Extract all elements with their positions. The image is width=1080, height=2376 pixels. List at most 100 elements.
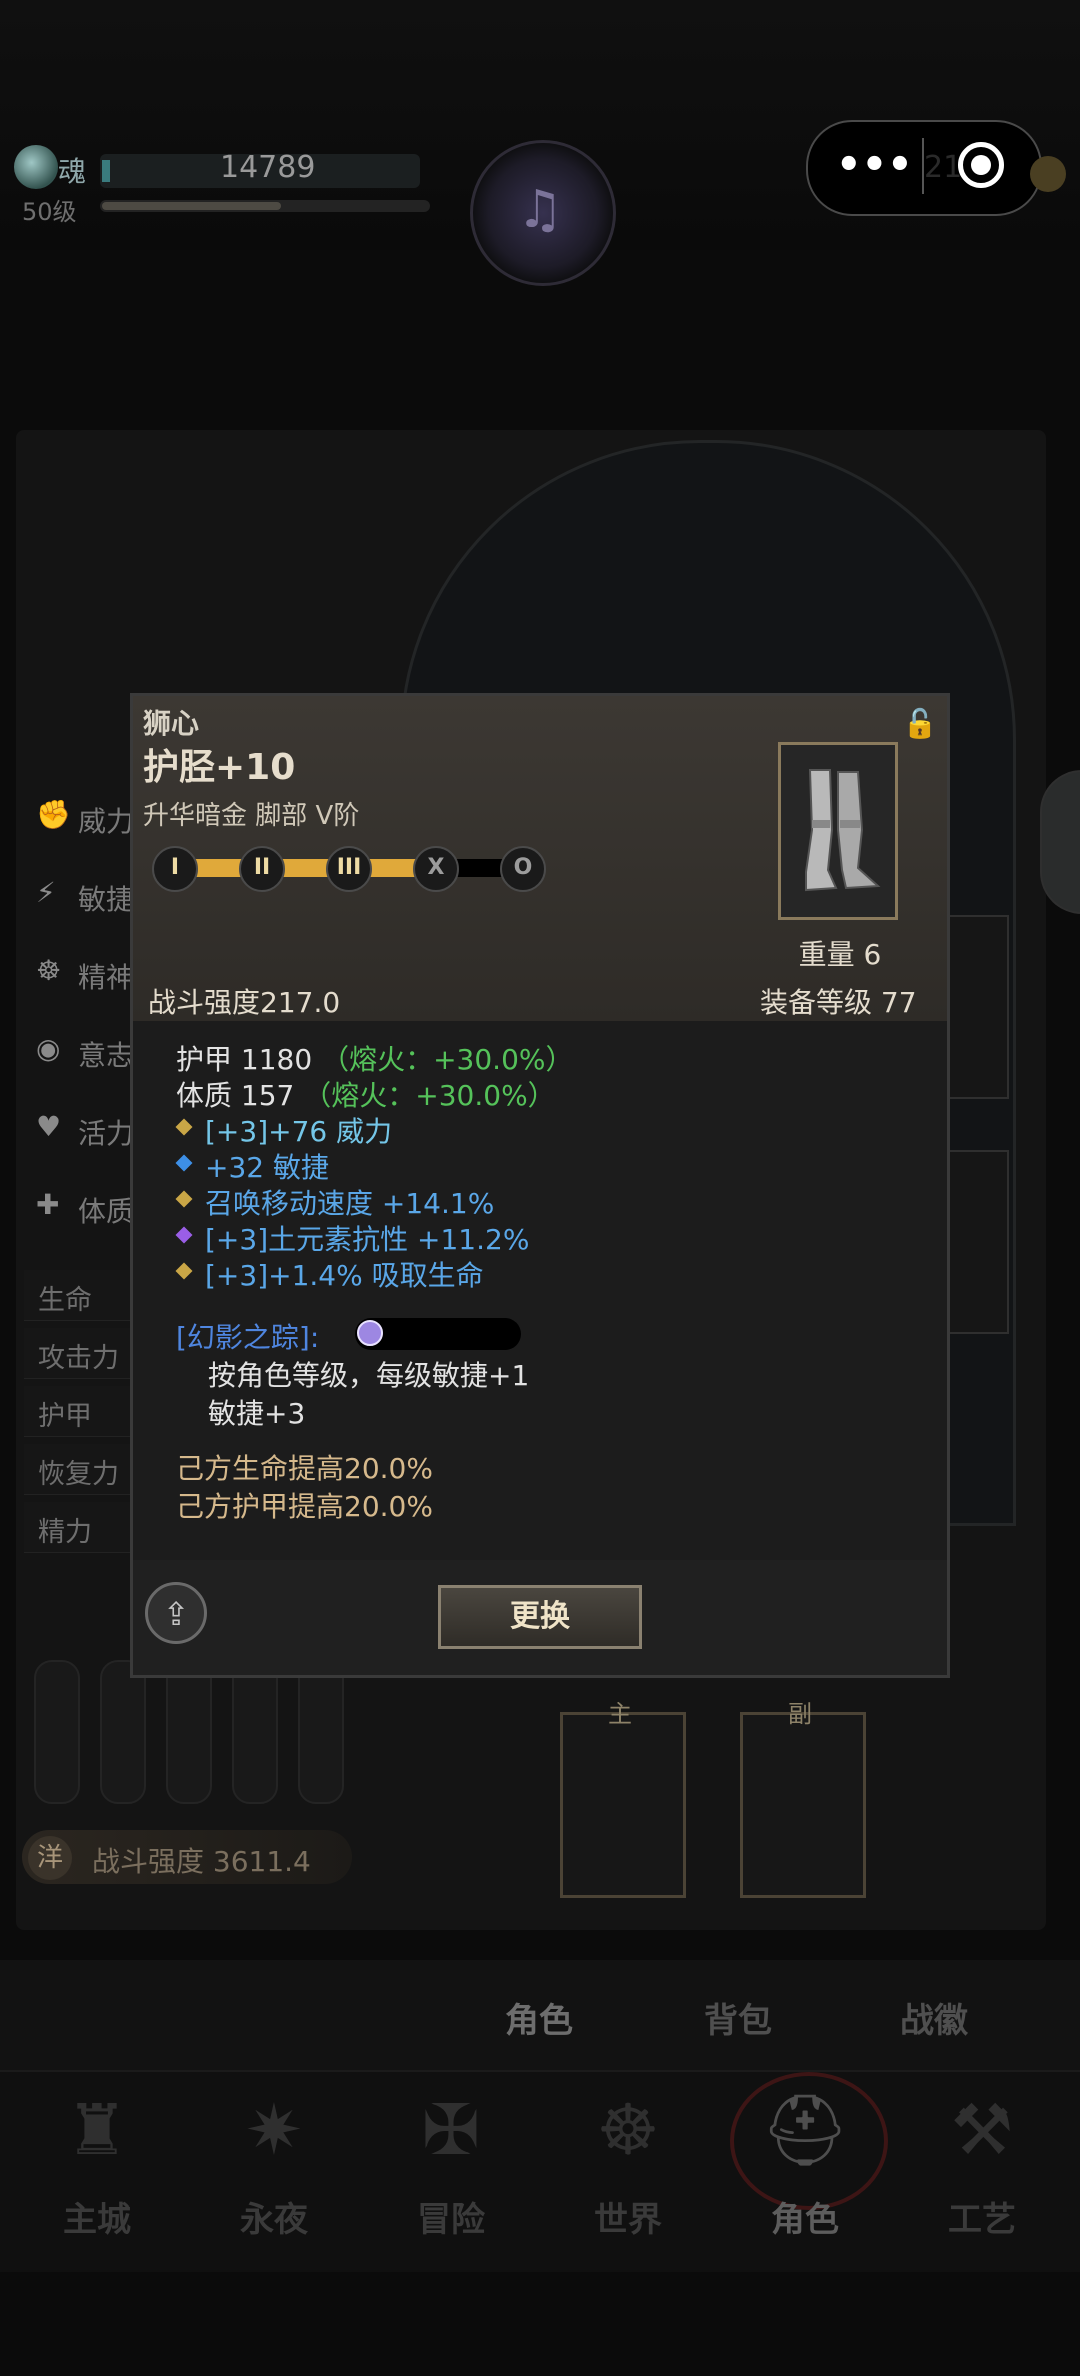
nav-label: 世界 xyxy=(594,2200,662,2240)
nav-label: 工艺 xyxy=(948,2200,1016,2240)
power-icon: ✊ xyxy=(36,798,71,831)
nav-item-2[interactable]: ✠ 冒险 xyxy=(376,2080,526,2260)
side-tab[interactable] xyxy=(1040,770,1080,914)
eternal-night-icon: ✷ xyxy=(244,2089,304,2171)
potion-slot[interactable] xyxy=(298,1660,344,1804)
agility-icon: ⚡ xyxy=(36,876,56,909)
more-dots-icon[interactable]: ••• xyxy=(836,140,913,190)
potion-slot[interactable] xyxy=(100,1660,146,1804)
will-icon: ◉ xyxy=(36,1032,61,1065)
vitality-icon: ♥ xyxy=(36,1110,62,1143)
swap-button[interactable]: 更换 xyxy=(438,1585,642,1649)
stat-label: 敏捷 xyxy=(78,883,135,916)
sub-stat-label: 生命 xyxy=(38,1285,92,1316)
item-type: 护胫+10 xyxy=(143,747,296,788)
soul-orb-icon xyxy=(14,145,58,189)
potion-row xyxy=(30,1660,350,1804)
castle-icon: ♜ xyxy=(65,2089,129,2171)
nav-label: 永夜 xyxy=(240,2200,308,2240)
unlock-icon[interactable]: 🔓 xyxy=(902,706,938,742)
tier-node: III xyxy=(326,846,372,892)
set-line: 按角色等级，每级敏捷+1 xyxy=(208,1359,530,1392)
potion-slot[interactable] xyxy=(166,1660,212,1804)
base-stat: 体质 157 （熔火：+30.0%） xyxy=(176,1074,556,1114)
potion-slot[interactable] xyxy=(34,1660,80,1804)
item-weight: 重量 6 xyxy=(798,938,882,971)
tier-node: II xyxy=(239,846,285,892)
affix-line: +32 敏捷 xyxy=(205,1151,329,1184)
share-icon[interactable]: ⇪ xyxy=(145,1582,207,1644)
nav-item-3[interactable]: ☸ 世界 xyxy=(553,2080,703,2260)
tab-emblem[interactable]: 战徽 xyxy=(900,1993,968,2042)
sub-stat-row: 护甲 xyxy=(24,1386,134,1437)
nav-item-5[interactable]: ⚒ 工艺 xyxy=(907,2080,1057,2260)
off-weapon-slot[interactable] xyxy=(740,1712,866,1898)
sub-stat-row: 攻击力 xyxy=(24,1328,134,1379)
affix-line: [+3]+1.4% 吸取生命 xyxy=(205,1259,484,1292)
affix-line: [+3]土元素抗性 +11.2% xyxy=(205,1223,530,1256)
sub-stat-label: 恢复力 xyxy=(38,1459,119,1490)
set-name: [幻影之踪]: xyxy=(176,1321,320,1354)
close-miniprogram-dot xyxy=(971,155,991,175)
item-equip-level: 装备等级 77 xyxy=(760,986,917,1019)
adventure-icon: ✠ xyxy=(421,2089,481,2171)
bonus-line: 己方生命提高20.0% xyxy=(176,1452,433,1485)
sub-stat-row: 精力 xyxy=(24,1502,134,1553)
lyre-icon: ♫ xyxy=(516,180,564,240)
tier-node: I xyxy=(152,846,198,892)
nav-item-4[interactable]: ⛑ 角色 xyxy=(730,2080,880,2260)
sub-stat-row: 恢复力 xyxy=(24,1444,134,1495)
soul-value: 14789 xyxy=(220,150,316,185)
spirit-icon: ☸ xyxy=(36,954,62,987)
potion-slot[interactable] xyxy=(232,1660,278,1804)
base-stat-bonus: （熔火：+30.0%） xyxy=(321,1043,574,1076)
tier-track-fill xyxy=(160,859,440,877)
xp-bar-fill xyxy=(102,202,281,210)
world-icon: ☸ xyxy=(596,2089,660,2171)
base-stat-value: 护甲 1180 xyxy=(176,1043,313,1076)
nav-item-0[interactable]: ♜ 主城 xyxy=(22,2080,172,2260)
sub-stat-label: 护甲 xyxy=(38,1401,92,1432)
sub-stat-label: 攻击力 xyxy=(38,1343,119,1374)
coin-icon xyxy=(1030,156,1066,192)
item-name: 狮心 xyxy=(143,707,200,740)
base-stat-bonus: （熔火：+30.0%） xyxy=(303,1079,556,1112)
nav-item-1[interactable]: ✷ 永夜 xyxy=(199,2080,349,2260)
affix-line: [+3]+76 威力 xyxy=(205,1115,393,1148)
player-level: 50级 xyxy=(22,198,77,226)
helmet-icon: ⛑ xyxy=(760,2089,850,2171)
tab-role[interactable]: 角色 xyxy=(505,1993,573,2042)
off-weapon-tag: 副 xyxy=(788,1700,812,1728)
sub-stat-label: 精力 xyxy=(38,1517,92,1548)
stat-label: 体质 xyxy=(78,1195,135,1228)
combat-power-badge: 洋 xyxy=(28,1836,72,1880)
stat-label: 活力 xyxy=(78,1117,135,1150)
anvil-icon: ⚒ xyxy=(950,2089,1014,2171)
soul-label: 魂 xyxy=(58,155,87,188)
stat-label: 威力 xyxy=(78,805,135,838)
nav-label: 角色 xyxy=(771,2200,839,2240)
tab-backpack[interactable]: 背包 xyxy=(704,1993,772,2042)
stat-label: 意志 xyxy=(78,1039,135,1072)
nav-label: 冒险 xyxy=(417,2200,485,2240)
greave-icon xyxy=(805,769,881,892)
main-weapon-tag: 主 xyxy=(608,1700,632,1728)
set-line: 敏捷+3 xyxy=(208,1397,306,1430)
affix-line: 召唤移动速度 +14.1% xyxy=(205,1187,495,1220)
soul-bar-fill xyxy=(102,160,110,182)
constitution-icon: ✚ xyxy=(36,1188,60,1221)
base-stat-value: 体质 157 xyxy=(176,1079,295,1112)
set-gem-icon xyxy=(357,1320,383,1346)
nav-label: 主城 xyxy=(63,2200,131,2240)
item-combat-strength: 战斗强度217.0 xyxy=(148,986,341,1019)
main-weapon-slot[interactable] xyxy=(560,1712,686,1898)
base-stat: 护甲 1180 （熔火：+30.0%） xyxy=(176,1038,574,1078)
stat-label: 精神 xyxy=(78,961,135,994)
tier-node: O xyxy=(500,846,546,892)
sub-stat-row: 生命 xyxy=(24,1270,134,1321)
item-tags: 升华暗金 脚部 V阶 xyxy=(143,801,360,831)
bonus-line: 己方护甲提高20.0% xyxy=(176,1490,433,1523)
tier-node: X xyxy=(413,846,459,892)
capsule-number: 21 xyxy=(924,150,963,185)
combat-power-total: 战斗强度 3611.4 xyxy=(92,1845,311,1878)
